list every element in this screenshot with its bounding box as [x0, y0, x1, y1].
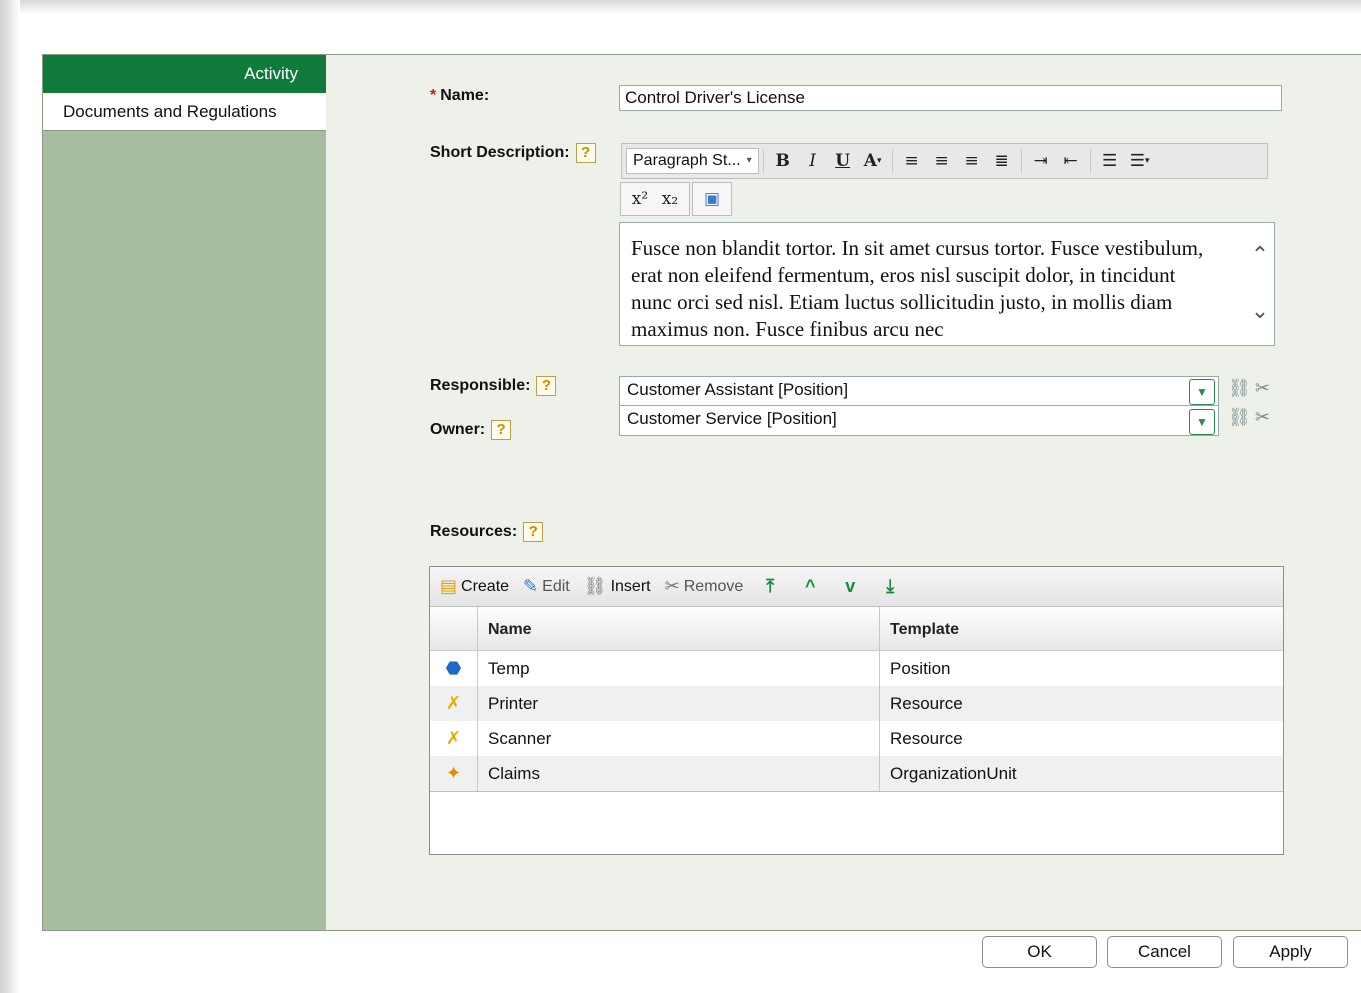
icon-column-header: [430, 607, 478, 650]
superscript-icon[interactable]: x²: [625, 185, 655, 213]
font-color-button[interactable]: A ▾: [858, 147, 888, 175]
responsible-label: Responsible:?: [430, 376, 557, 396]
move-down-icon[interactable]: v: [837, 576, 863, 597]
move-top-icon[interactable]: ⤒: [757, 576, 783, 597]
row-template: Resource: [890, 728, 963, 748]
insert-button[interactable]: ⛓ Insert: [584, 576, 651, 597]
resources-toolbar: ▤ Create ✎ Edit ⛓ Insert ✂ Remove ⤒ ^ v …: [430, 567, 1283, 607]
align-right-icon[interactable]: ≡: [957, 147, 987, 175]
grid-rows: ⬣ Temp Position ✗ Printer Resource ✗ Sca…: [430, 651, 1283, 792]
resource-icon: ✗: [430, 721, 478, 756]
toolbar-separator: [1089, 149, 1091, 173]
chevron-down-icon: ▾: [746, 155, 752, 166]
editor-scrollbar[interactable]: ⌃ ⌄: [1246, 223, 1274, 345]
required-mark: *: [430, 87, 437, 104]
toolbar-separator: [762, 149, 764, 173]
owner-label: Owner:?: [430, 420, 512, 440]
table-row[interactable]: ⬣ Temp Position: [430, 651, 1283, 686]
row-name: Claims: [478, 756, 880, 791]
toolbar-separator: [891, 149, 893, 173]
responsible-combo[interactable]: Customer Assistant [Position]: [619, 376, 1219, 406]
row-template: OrganizationUnit: [890, 763, 1017, 783]
name-column-header[interactable]: Name: [478, 607, 880, 650]
outdent-icon[interactable]: ⇤: [1056, 147, 1086, 175]
editor-toolbar: Paragraph St... ▾ B I U A ▾ ≡ ≡ ≡ ≣ ⇥ ⇤ ☰…: [621, 143, 1268, 179]
remove-button[interactable]: ✂ Remove: [665, 576, 744, 597]
cancel-button[interactable]: Cancel: [1107, 936, 1222, 968]
table-row[interactable]: ✗ Printer Resource: [430, 686, 1283, 721]
short-description-label: Short Description:?: [430, 143, 596, 163]
responsible-link-icons: ⛓ ✂: [1228, 378, 1270, 399]
table-row[interactable]: ✦ Claims OrganizationUnit: [430, 756, 1283, 791]
left-nav: Activity Documents and Regulations: [42, 54, 327, 931]
nav-item-activity[interactable]: Activity: [43, 55, 326, 93]
bullet-list-icon[interactable]: ☰: [1095, 147, 1125, 175]
link-icon[interactable]: ⛓: [1228, 407, 1251, 428]
underline-button[interactable]: U: [828, 147, 858, 175]
help-icon[interactable]: ?: [536, 376, 557, 396]
numbered-list-icon[interactable]: ☰ ▾: [1125, 147, 1155, 175]
resources-label: Resources:?: [430, 522, 544, 542]
edit-button[interactable]: ✎ Edit: [523, 576, 570, 597]
scroll-up-icon[interactable]: ⌃: [1250, 244, 1270, 266]
italic-button[interactable]: I: [798, 147, 828, 175]
bold-button[interactable]: B: [768, 147, 798, 175]
row-name: Temp: [478, 651, 880, 686]
name-input[interactable]: Control Driver's License: [619, 85, 1282, 111]
row-template: Position: [890, 658, 951, 678]
create-button[interactable]: ▤ Create: [440, 576, 509, 597]
unlink-icon[interactable]: ✂: [1255, 378, 1270, 399]
unlink-icon[interactable]: ✂: [1255, 407, 1270, 428]
toolbar-separator: [1020, 149, 1022, 173]
table-row[interactable]: ✗ Scanner Resource: [430, 721, 1283, 756]
short-description-editor[interactable]: Fusce non blandit tortor. In sit amet cu…: [619, 222, 1275, 346]
editor-toolbar-row2: x² x₂ ▣: [620, 181, 734, 217]
template-column-header[interactable]: Template: [880, 607, 1283, 650]
help-icon[interactable]: ?: [523, 522, 544, 542]
link-icon[interactable]: ⛓: [1228, 378, 1251, 399]
help-icon[interactable]: ?: [575, 143, 596, 163]
align-center-icon[interactable]: ≡: [927, 147, 957, 175]
owner-dropdown-icon[interactable]: ▼: [1189, 409, 1215, 435]
link-icon: ⛓: [583, 576, 607, 596]
move-up-icon[interactable]: ^: [797, 576, 823, 597]
window-shadow-left: [0, 0, 20, 993]
position-icon: ⬣: [430, 651, 478, 686]
resource-icon: ✗: [430, 686, 478, 721]
name-label: * Name:: [430, 87, 490, 104]
insert-group: ▣: [692, 182, 732, 216]
move-bottom-icon[interactable]: ⤓: [877, 576, 903, 597]
paragraph-style-select[interactable]: Paragraph St... ▾: [626, 148, 759, 174]
editor-content[interactable]: Fusce non blandit tortor. In sit amet cu…: [631, 235, 1221, 343]
window-shadow-top: [0, 0, 1361, 14]
ok-button[interactable]: OK: [982, 936, 1097, 968]
unlink-icon: ✂: [664, 576, 680, 596]
apply-button[interactable]: Apply: [1233, 936, 1348, 968]
align-left-icon[interactable]: ≡: [897, 147, 927, 175]
subscript-icon[interactable]: x₂: [655, 185, 685, 213]
edit-icon: ✎: [523, 576, 539, 596]
responsible-dropdown-icon[interactable]: ▼: [1189, 379, 1215, 405]
row-name: Printer: [478, 686, 880, 721]
resources-grid: ▤ Create ✎ Edit ⛓ Insert ✂ Remove ⤒ ^ v …: [429, 566, 1284, 855]
script-group: x² x₂: [620, 182, 690, 216]
organization-unit-icon: ✦: [430, 756, 478, 791]
help-icon[interactable]: ?: [491, 420, 512, 440]
create-icon: ▤: [440, 576, 458, 596]
owner-link-icons: ⛓ ✂: [1228, 407, 1270, 428]
row-name: Scanner: [478, 721, 880, 756]
row-template: Resource: [890, 693, 963, 713]
align-justify-icon[interactable]: ≣: [987, 147, 1017, 175]
scroll-down-icon[interactable]: ⌄: [1250, 300, 1270, 322]
insert-object-icon[interactable]: ▣: [697, 185, 727, 213]
owner-combo[interactable]: Customer Service [Position]: [619, 405, 1219, 436]
nav-item-documents-and-regulations[interactable]: Documents and Regulations: [43, 93, 326, 131]
indent-icon[interactable]: ⇥: [1026, 147, 1056, 175]
grid-header: Name Template: [430, 607, 1283, 651]
